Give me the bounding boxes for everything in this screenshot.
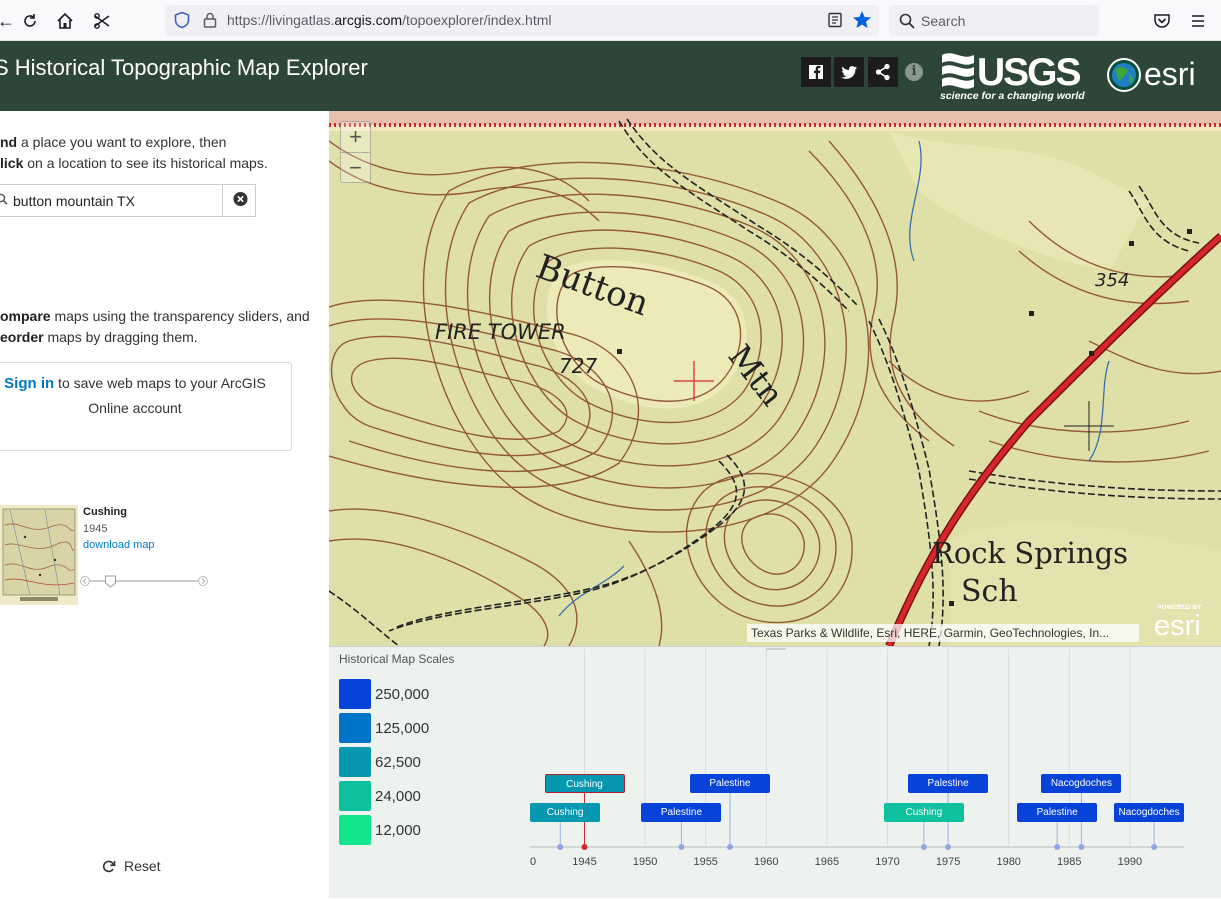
search-icon [0, 193, 8, 205]
timeline-chart[interactable]: 0 1945 1950 1955 1960 1965 1970 1975 1980 1985 199… [329, 647, 1221, 899]
timeline-tick-label: 1970 [875, 856, 899, 868]
timeline-dot[interactable] [581, 844, 588, 850]
reader-view-icon[interactable] [827, 12, 843, 28]
timeline-tick-label: 1990 [1118, 856, 1142, 868]
app-header: S Historical Topographic Map Explorer i … [0, 41, 1221, 111]
svg-text:FIRE TOWER: FIRE TOWER [435, 320, 566, 344]
reset-icon [102, 860, 116, 873]
bookmark-star-icon[interactable] [851, 9, 873, 31]
timeline-tick-label: 1960 [754, 856, 778, 868]
svg-text:727: 727 [559, 354, 597, 378]
svg-text:science for a changing world: science for a changing world [940, 90, 1085, 102]
browser-toolbar: ← https://livingatlas.arcgis.com/topoexp… [0, 0, 1221, 41]
search-input-value[interactable]: button mountain TX [13, 193, 135, 209]
timeline-dot[interactable] [726, 844, 733, 850]
map-card-year: 1945 [83, 523, 108, 535]
download-map-link[interactable]: download map [83, 539, 155, 551]
map-thumbnail[interactable] [0, 505, 78, 605]
map-card[interactable]: Cushing 1945 download map [0, 505, 329, 607]
map-attribution[interactable]: Texas Parks & Wildlife, Esri, HERE, Garm… [747, 624, 1139, 642]
signin-panel: Sign in to save web maps to your ArcGIS … [0, 362, 292, 451]
compare-instruction: ompare maps using the transparency slide… [0, 308, 310, 324]
timeline-tick-label: 1945 [572, 856, 596, 868]
signin-text: Sign in to save web maps to your ArcGIS … [4, 375, 266, 416]
url-text: https://livingatlas.arcgis.com/topoexplo… [227, 12, 552, 28]
svg-text:esri: esri [1154, 610, 1201, 641]
timeline-panel: Historical Map Scales 250,000 125,000 62,5… [329, 646, 1221, 898]
powered-by-esri-logo[interactable]: POWERED BY esri [1151, 601, 1217, 641]
twitter-icon [841, 66, 857, 79]
timeline-map-button[interactable]: Palestine [1017, 803, 1098, 822]
timeline-tick-label: 1965 [815, 856, 839, 868]
timeline-map-button[interactable]: Palestine [908, 774, 989, 793]
find-instruction: nd a place you want to explore, then [0, 134, 227, 150]
svg-text:esri: esri [1144, 56, 1196, 92]
slider-handle[interactable] [104, 575, 116, 588]
lock-icon[interactable] [201, 11, 219, 29]
timeline-tick-label: 1985 [1057, 856, 1081, 868]
timeline-map-button[interactable]: Cushing [883, 803, 964, 822]
zoom-control: + − [340, 121, 371, 183]
timeline-dot[interactable] [678, 844, 685, 850]
historical-map-view[interactable]: Button FIRE TOWER 727 Mtn 354 Rock Sprin… [329, 111, 1221, 646]
timeline-tick-label: 1950 [633, 856, 657, 868]
timeline-tick-label: 1980 [996, 856, 1020, 868]
timeline-map-button[interactable]: Cushing [544, 774, 625, 793]
timeline-map-button[interactable]: Palestine [689, 774, 770, 793]
browser-search-placeholder: Search [921, 13, 966, 29]
transparency-slider[interactable] [80, 574, 208, 588]
pocket-icon[interactable] [1150, 9, 1174, 33]
reorder-instruction: eorder maps by dragging them. [0, 329, 198, 345]
share-button[interactable] [868, 57, 898, 87]
topo-map-image[interactable]: Button FIRE TOWER 727 Mtn 354 Rock Sprin… [329, 111, 1221, 646]
timeline-dot[interactable] [1054, 844, 1061, 850]
esri-logo[interactable]: esri [1106, 55, 1212, 95]
info-icon[interactable]: i [905, 63, 923, 81]
twitter-share-button[interactable] [834, 57, 864, 87]
search-icon [899, 13, 915, 29]
share-icon [875, 63, 890, 81]
usgs-logo[interactable]: USGS science for a changing world [940, 49, 1086, 103]
location-search-input[interactable]: button mountain TX [0, 184, 256, 217]
timeline-dot[interactable] [945, 844, 952, 850]
browser-search-box[interactable]: Search [889, 5, 1099, 36]
timeline-tick-label: 1975 [936, 856, 960, 868]
zoom-in-button[interactable]: + [341, 122, 370, 152]
reset-button[interactable]: Reset [102, 858, 161, 874]
left-panel: nd a place you want to explore, then lic… [0, 111, 329, 898]
tracking-shield-icon[interactable] [173, 11, 191, 29]
map-card-title: Cushing [83, 506, 127, 518]
app-title: S Historical Topographic Map Explorer [0, 55, 368, 80]
svg-text:354: 354 [1095, 270, 1129, 291]
zoom-out-button[interactable]: − [341, 152, 370, 182]
timeline-dot[interactable] [1151, 844, 1158, 850]
click-instruction: lick on a location to see its historical… [0, 155, 268, 171]
svg-text:Sch: Sch [961, 574, 1018, 609]
svg-text:USGS: USGS [977, 51, 1081, 94]
timeline-map-button[interactable]: Nacogdoches [1114, 803, 1184, 822]
menu-icon[interactable] [1186, 9, 1210, 33]
reload-icon[interactable] [18, 9, 42, 33]
back-icon[interactable]: ← [0, 9, 18, 33]
timeline-tick-label: 1955 [693, 856, 717, 868]
url-bar[interactable]: https://livingatlas.arcgis.com/topoexplo… [165, 5, 879, 36]
clear-search-button[interactable] [222, 185, 255, 216]
timeline-map-button[interactable]: Nacogdoches [1041, 774, 1122, 793]
timeline-dot[interactable] [920, 844, 927, 850]
screenshot-icon[interactable] [90, 9, 114, 33]
home-icon[interactable] [53, 9, 77, 33]
clear-icon [233, 192, 248, 206]
facebook-icon [809, 65, 823, 79]
timeline-dot[interactable] [557, 844, 564, 850]
timeline-map-button[interactable]: Cushing [530, 803, 601, 822]
svg-text:Rock Springs: Rock Springs [932, 536, 1128, 570]
facebook-share-button[interactable] [801, 57, 831, 87]
timeline-map-button[interactable]: Palestine [641, 803, 722, 822]
signin-link[interactable]: Sign in [4, 375, 54, 392]
timeline-dot[interactable] [1078, 844, 1085, 850]
timeline-tick-label: 0 [530, 856, 536, 868]
